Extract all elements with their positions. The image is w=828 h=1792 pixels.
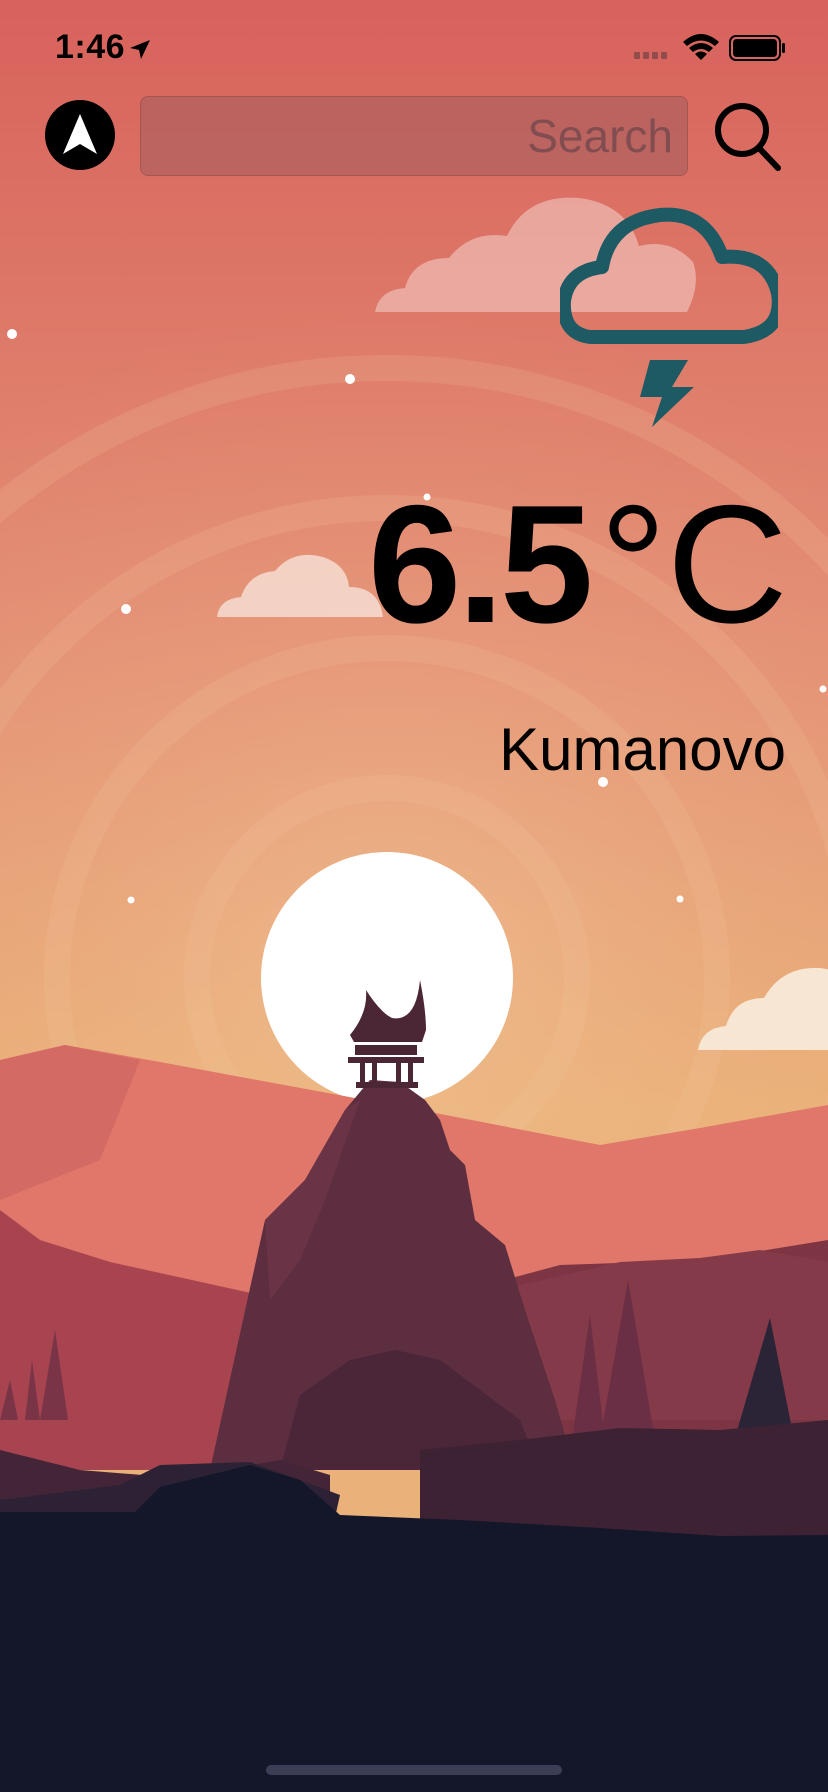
cloud-lightning-icon [560, 207, 778, 427]
cellular-signal-icon [634, 52, 667, 59]
temperature-unit: °C [599, 470, 788, 658]
search-button[interactable] [712, 98, 784, 176]
temperature-display: 6.5 °C [368, 480, 788, 660]
sun [261, 852, 513, 1104]
search-input[interactable] [141, 97, 687, 175]
current-location-button[interactable] [45, 100, 115, 170]
magnifier-icon [715, 103, 781, 171]
navigation-arrow-icon [63, 114, 97, 154]
status-time: 1:46 [55, 28, 126, 66]
battery-icon [729, 35, 785, 61]
status-bar: 1:46 [0, 0, 828, 100]
city-name: Kumanovo [499, 716, 786, 783]
location-arrow-icon [130, 40, 150, 59]
wifi-icon [683, 34, 719, 60]
search-field[interactable] [140, 96, 688, 176]
home-indicator [266, 1765, 562, 1775]
temperature-value: 6.5 [367, 470, 594, 658]
status-icons [634, 34, 785, 61]
